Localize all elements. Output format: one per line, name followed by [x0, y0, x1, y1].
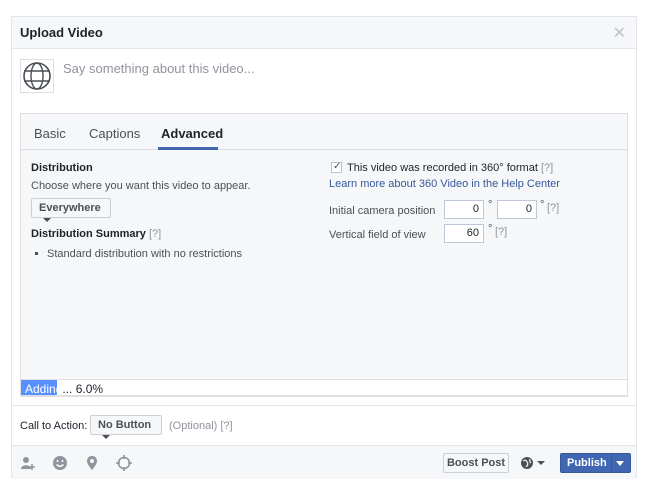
dialog-title: Upload Video — [20, 25, 103, 40]
camera-position-help[interactable]: [?] — [547, 202, 559, 214]
boost-post-button[interactable]: Boost Post — [443, 453, 509, 473]
call-to-action-value: No Button — [98, 419, 152, 431]
tag-people-icon[interactable] — [20, 455, 36, 471]
tab-basic[interactable]: Basic — [34, 126, 66, 141]
settings-panel: Basic Captions Advanced Distribution Cho… — [20, 113, 628, 397]
upload-status-suffix: ... 6.0% — [62, 382, 104, 396]
360-format-text: This video was recorded in 360° format — [347, 162, 538, 174]
distribution-summary-item: Standard distribution with no restrictio… — [47, 248, 243, 260]
camera-position-y-input[interactable]: 0 — [497, 200, 537, 219]
globe-icon — [521, 457, 545, 469]
dialog-footer: Boost Post Publish — [12, 445, 636, 479]
360-format-checkbox[interactable]: ✓ — [331, 161, 342, 173]
check-icon: ✓ — [333, 161, 342, 172]
learn-more-360-link[interactable]: Learn more about 360 Video in the Help C… — [329, 178, 560, 190]
call-to-action-help[interactable]: [?] — [220, 420, 232, 432]
distribution-heading: Distribution — [31, 162, 93, 174]
360-format-help[interactable]: [?] — [541, 162, 553, 174]
call-to-action-row: Call to Action: No Button (Optional) [?] — [12, 405, 636, 445]
distribution-summary-label: Distribution Summary — [31, 228, 146, 240]
optional-text: (Optional) — [169, 420, 218, 432]
degree-symbol: ° — [540, 199, 545, 211]
call-to-action-optional: (Optional) [?] — [169, 420, 233, 432]
field-of-view-help[interactable]: [?] — [495, 226, 507, 238]
tab-bar: Basic Captions Advanced — [21, 114, 627, 150]
distribution-summary-heading: Distribution Summary [?] — [31, 228, 161, 240]
chevron-down-icon[interactable] — [616, 461, 624, 466]
field-of-view-label: Vertical field of view — [329, 229, 426, 241]
distribution-dropdown-label: Everywhere — [39, 202, 101, 214]
dialog-header: Upload Video ✕ — [12, 17, 636, 49]
audience-selector[interactable] — [520, 455, 550, 471]
video-360-icon — [20, 59, 54, 93]
distribution-description: Choose where you want this video to appe… — [31, 180, 251, 192]
call-to-action-label: Call to Action: — [20, 420, 88, 432]
active-tab-indicator — [158, 147, 218, 150]
field-of-view-input[interactable]: 60 — [444, 224, 484, 243]
publish-button[interactable]: Publish — [560, 453, 631, 473]
camera-position-x-input[interactable]: 0 — [444, 200, 484, 219]
chevron-down-icon — [43, 218, 51, 223]
distribution-dropdown[interactable]: Everywhere — [31, 198, 111, 223]
feeling-icon[interactable] — [52, 455, 68, 471]
chevron-down-icon — [102, 435, 110, 440]
status-input[interactable]: Say something about this video... — [63, 61, 255, 76]
bullet — [35, 252, 38, 255]
degree-symbol: ° — [488, 199, 493, 211]
distribution-summary-help[interactable]: [?] — [149, 228, 161, 240]
close-icon[interactable]: ✕ — [613, 23, 626, 43]
upload-progress-label: Adding... 6.0% — [25, 382, 103, 396]
upload-progress-bar: Adding... 6.0% — [20, 379, 628, 396]
tab-captions[interactable]: Captions — [89, 126, 140, 141]
publish-label: Publish — [567, 457, 607, 469]
publish-separator — [611, 454, 612, 472]
upload-status-prefix: Adding — [25, 382, 63, 396]
composer: Say something about this video... — [12, 49, 636, 111]
upload-video-dialog: Upload Video ✕ Say something about this … — [11, 16, 637, 479]
call-to-action-dropdown[interactable]: No Button — [90, 415, 162, 440]
tab-advanced[interactable]: Advanced — [161, 126, 223, 141]
target-icon[interactable] — [116, 455, 132, 471]
degree-symbol: ° — [488, 223, 493, 235]
camera-position-label: Initial camera position — [329, 205, 436, 217]
location-icon[interactable] — [84, 455, 100, 471]
360-format-label: This video was recorded in 360° format [… — [347, 162, 553, 174]
